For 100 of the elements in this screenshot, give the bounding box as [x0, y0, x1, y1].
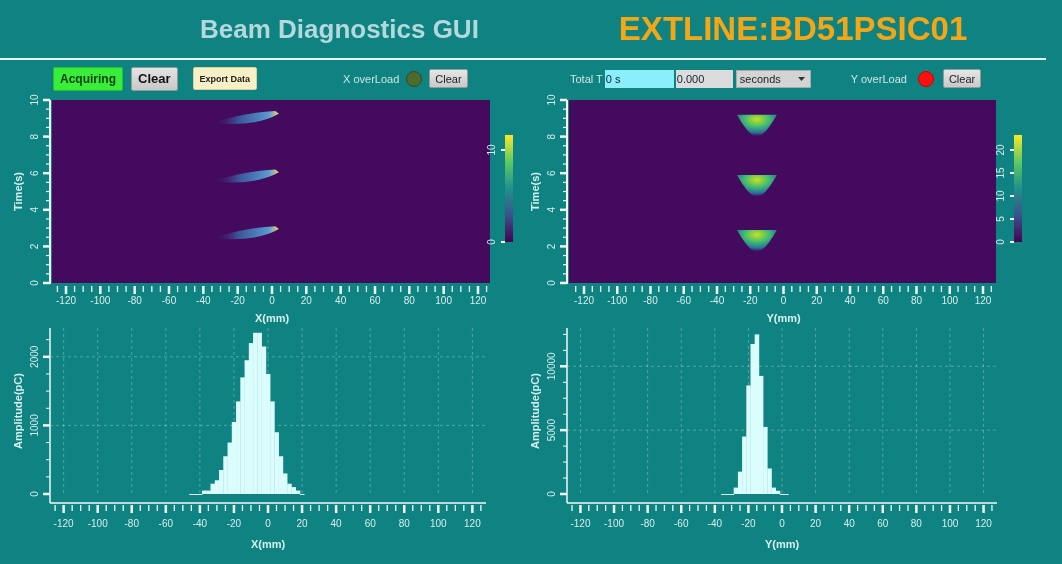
axis-title: X(mm): [254, 312, 290, 324]
tick-label: 80: [910, 295, 923, 306]
tick-label: -40: [709, 295, 725, 306]
tick-label: 0: [546, 491, 557, 497]
tick-label: 120: [469, 295, 487, 306]
tick-label: 0: [486, 239, 497, 245]
tick-label: -60: [676, 295, 691, 306]
tick-label: 20: [811, 295, 823, 306]
tick-label: 1000: [29, 414, 40, 437]
tick-label: 2000: [29, 345, 40, 368]
acquire-button[interactable]: Acquiring: [53, 66, 123, 91]
tick-label: 0: [779, 518, 785, 529]
tick-label: 40: [844, 295, 856, 306]
tick-label: 0: [269, 295, 275, 306]
field-label: X overLoad: [343, 72, 400, 85]
tick-label: -80: [127, 295, 142, 306]
tick-label: 10: [29, 94, 40, 106]
tick-label: -20: [230, 295, 245, 306]
tick-label: 80: [398, 518, 410, 529]
tick-label: 40: [330, 518, 342, 529]
axis-title: X(mm): [250, 538, 286, 550]
tick-label: 0: [546, 280, 557, 286]
tick-label: -120: [53, 518, 74, 529]
tick-label: -100: [607, 295, 628, 306]
field-label: Y overLoad: [850, 72, 907, 85]
axis-title: Time(s): [12, 172, 24, 211]
axis-title: Y(mm): [764, 538, 800, 550]
axis-title: Amplitude(pC): [12, 373, 24, 449]
field-label: Total T: [570, 72, 603, 85]
tick-label: -60: [674, 518, 689, 529]
tick-label: -60: [161, 295, 177, 306]
tick-label: 5000: [546, 419, 557, 442]
tick-label: 20: [300, 295, 312, 306]
axis-title: Time(s): [531, 172, 541, 211]
tick-label: -100: [87, 518, 108, 529]
tick-label: 20: [995, 144, 1006, 156]
tick-label: -100: [604, 518, 625, 529]
axis-title: Amplitude(pC): [531, 373, 541, 449]
tick-label: 2: [546, 243, 557, 250]
tick-label: 60: [364, 518, 376, 529]
tick-label: -40: [196, 295, 211, 306]
app-title: Beam Diagnostics GUI: [200, 13, 479, 45]
caret-icon: [797, 76, 805, 81]
tick-label: 0: [995, 239, 1006, 245]
input-field[interactable]: 0.000: [675, 69, 733, 88]
tick-label: -40: [192, 518, 208, 529]
device-name: EXTLINE:BD51PSIC01: [618, 10, 968, 48]
tick-label: 4: [29, 207, 40, 213]
tick-label: 0: [265, 518, 271, 529]
tick-label: -120: [570, 518, 591, 529]
tick-label: 20: [810, 518, 822, 529]
tick-label: 80: [910, 518, 922, 529]
tick-label: -20: [741, 518, 756, 529]
clear-button[interactable]: Clear: [131, 66, 178, 91]
tick-label: -80: [643, 295, 658, 306]
tick-label: 40: [335, 295, 347, 306]
tick-label: -120: [574, 295, 594, 306]
tick-label: 100: [435, 295, 452, 306]
unit-dropdown[interactable]: seconds: [735, 69, 811, 88]
tick-label: 10: [546, 94, 557, 106]
beam-spot: [736, 175, 777, 199]
clear-button[interactable]: Clear: [429, 69, 468, 88]
tick-label: 40: [843, 518, 855, 529]
tick-label: 5: [995, 216, 1006, 222]
beam-spot: [736, 229, 777, 254]
clear-button[interactable]: Clear: [942, 69, 982, 88]
tick-label: 120: [975, 518, 992, 529]
tick-label: 15: [995, 167, 1006, 179]
axis-title: Y(mm): [766, 312, 801, 324]
tick-label: 20: [296, 518, 308, 529]
tick-label: -20: [226, 518, 242, 529]
tick-label: 80: [403, 295, 415, 306]
tick-label: -80: [124, 518, 139, 529]
tick-label: 8: [546, 133, 557, 140]
tick-label: 100: [941, 518, 959, 529]
tick-label: 0: [29, 280, 40, 286]
tick-label: 60: [369, 295, 381, 306]
export-button[interactable]: Export Data: [192, 67, 258, 90]
tick-label: -40: [707, 518, 723, 529]
tick-label: 10: [995, 190, 1006, 202]
tick-label: -20: [743, 295, 758, 306]
beam-spot: [736, 114, 777, 139]
tick-label: 100: [941, 295, 959, 306]
tick-label: 0: [29, 491, 40, 497]
tick-label: 60: [877, 295, 889, 306]
input-field[interactable]: 0 s: [604, 69, 674, 88]
tick-label: -60: [158, 518, 174, 529]
tick-label: 2: [29, 243, 40, 250]
tick-label: 60: [877, 518, 889, 529]
tick-label: -100: [90, 295, 111, 306]
tick-label: 10000: [546, 352, 557, 381]
tick-label: 120: [974, 295, 992, 306]
tick-label: 6: [546, 170, 557, 176]
tick-label: 10: [486, 144, 497, 156]
tick-label: 100: [429, 518, 447, 529]
tick-label: 6: [29, 170, 40, 176]
tick-label: 120: [464, 518, 481, 529]
tick-label: 4: [546, 207, 557, 213]
tick-label: -80: [640, 518, 655, 529]
tick-label: -120: [56, 295, 76, 306]
